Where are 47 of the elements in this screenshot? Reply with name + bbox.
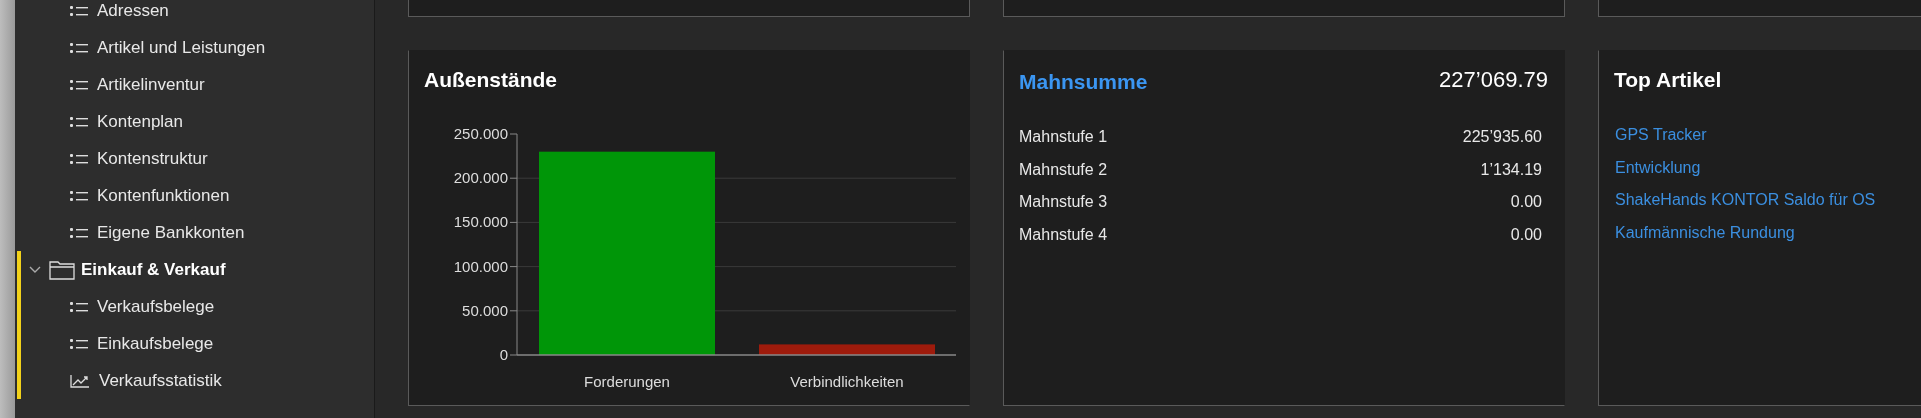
sidebar-item[interactable]: Einkaufsbelege <box>97 333 214 354</box>
list-icon <box>70 78 88 91</box>
list-icon <box>70 115 88 128</box>
sidebar-item[interactable]: Verkaufsstatistik <box>99 370 222 391</box>
category-label: Verbindlichkeiten <box>790 373 904 390</box>
level-amount: 1’134.19 <box>1480 160 1542 179</box>
list-icon <box>70 152 88 165</box>
list-icon <box>70 337 88 350</box>
tick-label: 250.000 <box>453 125 508 142</box>
tick-label: 0 <box>499 346 508 363</box>
tick-label: 200.000 <box>453 169 508 187</box>
sidebar-item[interactable]: Kontenplan <box>97 111 184 132</box>
card-title[interactable]: Mahnsumme <box>1019 69 1148 95</box>
tick-label: 150.000 <box>453 213 508 231</box>
card-title: Außenstände <box>424 67 557 93</box>
list-icon <box>70 41 88 54</box>
sidebar-item[interactable]: Verkaufsbelege <box>97 296 215 317</box>
article-link[interactable]: ShakeHands KONTOR Saldo für OS <box>1615 184 1876 217</box>
tick-label: 50.000 <box>462 301 508 319</box>
card-title: Top Artikel <box>1614 67 1722 93</box>
list-icon <box>70 4 88 17</box>
sidebar-item[interactable]: Kontenstruktur <box>97 148 208 169</box>
chevron-icon[interactable] <box>29 265 41 274</box>
level-amount: 225’935.60 <box>1462 128 1542 147</box>
total-amount: 227’069.79 <box>1439 67 1548 93</box>
level-label: Mahnstufe 1 <box>1019 128 1108 147</box>
sidebar-item[interactable]: Adressen <box>97 0 169 21</box>
sidebar-item[interactable]: Kontenfunktionen <box>97 185 230 206</box>
article-link[interactable]: Entwicklung <box>1615 151 1701 184</box>
sidebar-item[interactable]: Artikel und Leistungen <box>97 37 266 58</box>
level-label: Mahnstufe 4 <box>1019 225 1108 244</box>
level-amount: 0.00 <box>1510 225 1542 244</box>
category-label: Forderungen <box>584 373 670 390</box>
tick-label: 100.000 <box>453 257 508 275</box>
line-chart-icon <box>70 373 90 388</box>
article-link[interactable]: GPS Tracker <box>1615 119 1707 152</box>
folder-icon <box>49 259 75 280</box>
list-icon <box>70 300 88 313</box>
level-label: Mahnstufe 2 <box>1019 160 1108 179</box>
list-icon <box>70 226 88 239</box>
level-amount: 0.00 <box>1510 193 1542 212</box>
sidebar-item[interactable]: Artikelinventur <box>97 74 205 95</box>
level-label: Mahnstufe 3 <box>1019 193 1108 212</box>
article-link[interactable]: Kaufmännische Rundung <box>1615 216 1795 249</box>
sidebar-item[interactable]: Eigene Bankkonten <box>97 222 245 243</box>
list-icon <box>70 189 88 202</box>
sidebar-group-label[interactable]: Einkauf & Verkauf <box>81 259 226 280</box>
